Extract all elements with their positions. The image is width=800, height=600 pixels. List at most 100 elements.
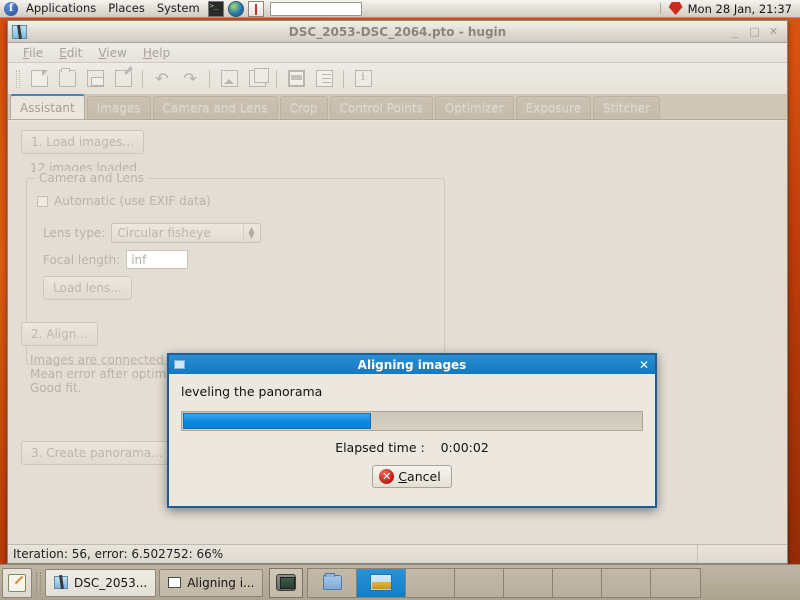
new-project-icon[interactable]: [26, 66, 52, 92]
fedora-logo-icon[interactable]: f: [4, 1, 18, 16]
dialog-close-button[interactable]: ✕: [639, 359, 649, 371]
chevron-updown-icon[interactable]: ▲ ▼: [243, 225, 258, 241]
web-browser-launcher-icon[interactable]: [227, 0, 244, 17]
toolbar-separator: [209, 69, 210, 88]
window-controls: _ □ ✕: [727, 24, 787, 39]
workspace-5[interactable]: [504, 568, 554, 597]
cancel-button[interactable]: ✕ Cancel: [372, 465, 452, 488]
automatic-exif-checkbox[interactable]: Automatic (use EXIF data): [37, 194, 211, 208]
menu-view[interactable]: View: [91, 45, 133, 61]
menu-places[interactable]: Places: [102, 0, 151, 17]
menu-file[interactable]: FFileile: [16, 45, 50, 61]
taskbar-grip[interactable]: [36, 571, 41, 594]
task-button-aligning[interactable]: Aligning i...: [159, 568, 264, 597]
tab-control-points[interactable]: Control Points: [329, 96, 433, 119]
focal-length-label: Focal length:: [43, 252, 121, 267]
show-desktop-icon[interactable]: [2, 567, 32, 598]
clock-label[interactable]: Mon 28 Jan, 21:37: [688, 2, 792, 16]
status-bar-resize-grip[interactable]: [697, 545, 787, 563]
folder-thumbnail-icon: [322, 573, 342, 590]
hugin-main-window: DSC_2053-DSC_2064.pto - hugin _ □ ✕ FFil…: [7, 20, 788, 564]
assistant-panel: 1. Load images... 12 images loaded. Came…: [8, 120, 787, 544]
workspace-7[interactable]: [602, 568, 652, 597]
tab-stitcher[interactable]: Stitcher: [593, 96, 660, 119]
toolbar-separator: [343, 69, 344, 88]
workspace-4[interactable]: [455, 568, 505, 597]
elapsed-time-value: 0:00:02: [440, 440, 489, 455]
cancel-x-icon: ✕: [379, 469, 395, 484]
elapsed-time-label: Elapsed time :: [335, 440, 425, 455]
show-control-points-icon[interactable]: [311, 66, 337, 92]
undo-icon[interactable]: ↶: [149, 66, 175, 92]
elapsed-time-row: Elapsed time : 0:00:02: [181, 440, 643, 455]
hugin-task-icon: [54, 576, 68, 589]
progress-bar-fill: [183, 413, 371, 429]
align-button[interactable]: 2. Align...: [21, 322, 98, 346]
toolbar-separator: [276, 69, 277, 88]
tab-exposure[interactable]: Exposure: [515, 96, 592, 119]
dialog-body: leveling the panorama Elapsed time : 0:0…: [169, 374, 655, 506]
workspace-1[interactable]: [308, 568, 358, 597]
menu-applications[interactable]: Applications: [20, 0, 102, 17]
system-tray[interactable]: [269, 567, 304, 598]
help-launcher-icon[interactable]: [247, 0, 264, 17]
align-status-line-1: Images are connected b: [30, 353, 176, 367]
tab-crop[interactable]: Crop: [279, 96, 328, 119]
lens-type-value: Circular fisheye: [117, 226, 211, 240]
open-project-icon[interactable]: [54, 66, 80, 92]
about-info-icon[interactable]: [350, 66, 376, 92]
focal-length-row: Focal length: inf: [43, 250, 189, 269]
save-project-icon[interactable]: [82, 66, 108, 92]
dialog-title: Aligning images: [357, 357, 467, 372]
tab-bar: Assistant Images Camera and Lens Crop Co…: [8, 94, 787, 120]
workspace-6[interactable]: [553, 568, 603, 597]
toolbar-separator: [142, 69, 143, 88]
save-as-project-icon[interactable]: [110, 66, 136, 92]
workspace-switcher: [307, 567, 702, 598]
camera-and-lens-group-label: Camera and Lens: [35, 171, 149, 185]
workspace-2[interactable]: [357, 568, 407, 597]
workspace-3[interactable]: [406, 568, 456, 597]
load-images-button[interactable]: 1. Load images...: [21, 130, 144, 154]
add-image-icon[interactable]: [216, 66, 242, 92]
status-bar-text: Iteration: 56, error: 6.502752: 66%: [13, 547, 224, 561]
lens-type-label: Lens type:: [43, 226, 106, 240]
load-lens-button[interactable]: Load lens...: [43, 276, 132, 300]
menu-edit[interactable]: Edit: [52, 45, 89, 61]
panorama-thumbnail-icon: [370, 574, 393, 591]
task-button-aligning-label: Aligning i...: [187, 575, 255, 590]
menu-help[interactable]: Help: [136, 45, 177, 61]
lens-type-select[interactable]: Circular fisheye ▲ ▼: [111, 223, 262, 243]
gem-icon[interactable]: [668, 2, 683, 15]
redo-icon[interactable]: ↷: [177, 66, 203, 92]
preview-panorama-icon[interactable]: [283, 66, 309, 92]
lens-type-row: Lens type: Circular fisheye ▲ ▼: [43, 223, 262, 243]
tab-optimizer[interactable]: Optimizer: [434, 96, 514, 119]
window-titlebar[interactable]: DSC_2053-DSC_2064.pto - hugin _ □ ✕: [8, 21, 787, 43]
create-panorama-button[interactable]: 3. Create panorama...: [21, 441, 173, 465]
terminal-tray-icon[interactable]: [276, 574, 297, 591]
add-images-icon[interactable]: [244, 66, 270, 92]
close-button[interactable]: ✕: [765, 24, 782, 39]
tab-images[interactable]: Images: [86, 96, 151, 119]
task-button-hugin[interactable]: DSC_2053...: [45, 568, 157, 597]
dialog-titlebar[interactable]: Aligning images ✕: [169, 355, 655, 374]
menu-system[interactable]: System: [151, 0, 206, 17]
tab-assistant[interactable]: Assistant: [10, 94, 85, 119]
toolbar: ↶ ↷: [8, 63, 787, 95]
toolbar-grip[interactable]: [16, 69, 20, 88]
maximize-button[interactable]: □: [746, 24, 763, 39]
cancel-button-label: Cancel: [398, 469, 441, 484]
tab-camera-and-lens[interactable]: Camera and Lens: [152, 96, 278, 119]
workspace-8[interactable]: [651, 568, 701, 597]
dialog-message: leveling the panorama: [181, 384, 323, 399]
terminal-launcher-icon[interactable]: [207, 0, 224, 17]
focal-length-input[interactable]: inf: [126, 250, 189, 269]
dialog-button-row: ✕ Cancel: [181, 465, 643, 488]
panel-search-input[interactable]: [269, 1, 362, 16]
minimize-button[interactable]: _: [727, 24, 744, 39]
checkbox-box[interactable]: [37, 195, 48, 207]
align-status-text: Images are connected b Mean error after …: [30, 353, 175, 395]
panel-divider: [659, 3, 661, 14]
gnome-top-panel: f Applications Places System Mon 28 Jan,…: [0, 0, 800, 18]
